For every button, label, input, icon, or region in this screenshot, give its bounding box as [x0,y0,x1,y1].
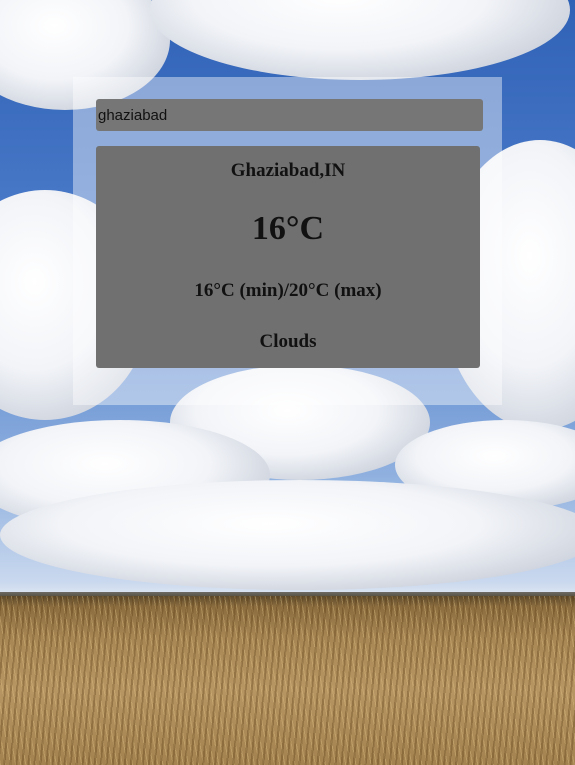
weather-card: Ghaziabad,IN 16°C 16°C (min)/20°C (max) … [96,146,480,368]
city-name: Ghaziabad,IN [230,160,346,181]
cloud [150,0,570,80]
city-search-input[interactable] [96,99,483,131]
weather-condition: Clouds [259,331,317,352]
weather-panel: Ghaziabad,IN 16°C 16°C (min)/20°C (max) … [73,77,502,405]
wheat-field [0,596,575,765]
current-temperature: 16°C [251,210,325,247]
cloud [0,480,575,590]
min-max-temperature: 16°C (min)/20°C (max) [194,280,382,301]
